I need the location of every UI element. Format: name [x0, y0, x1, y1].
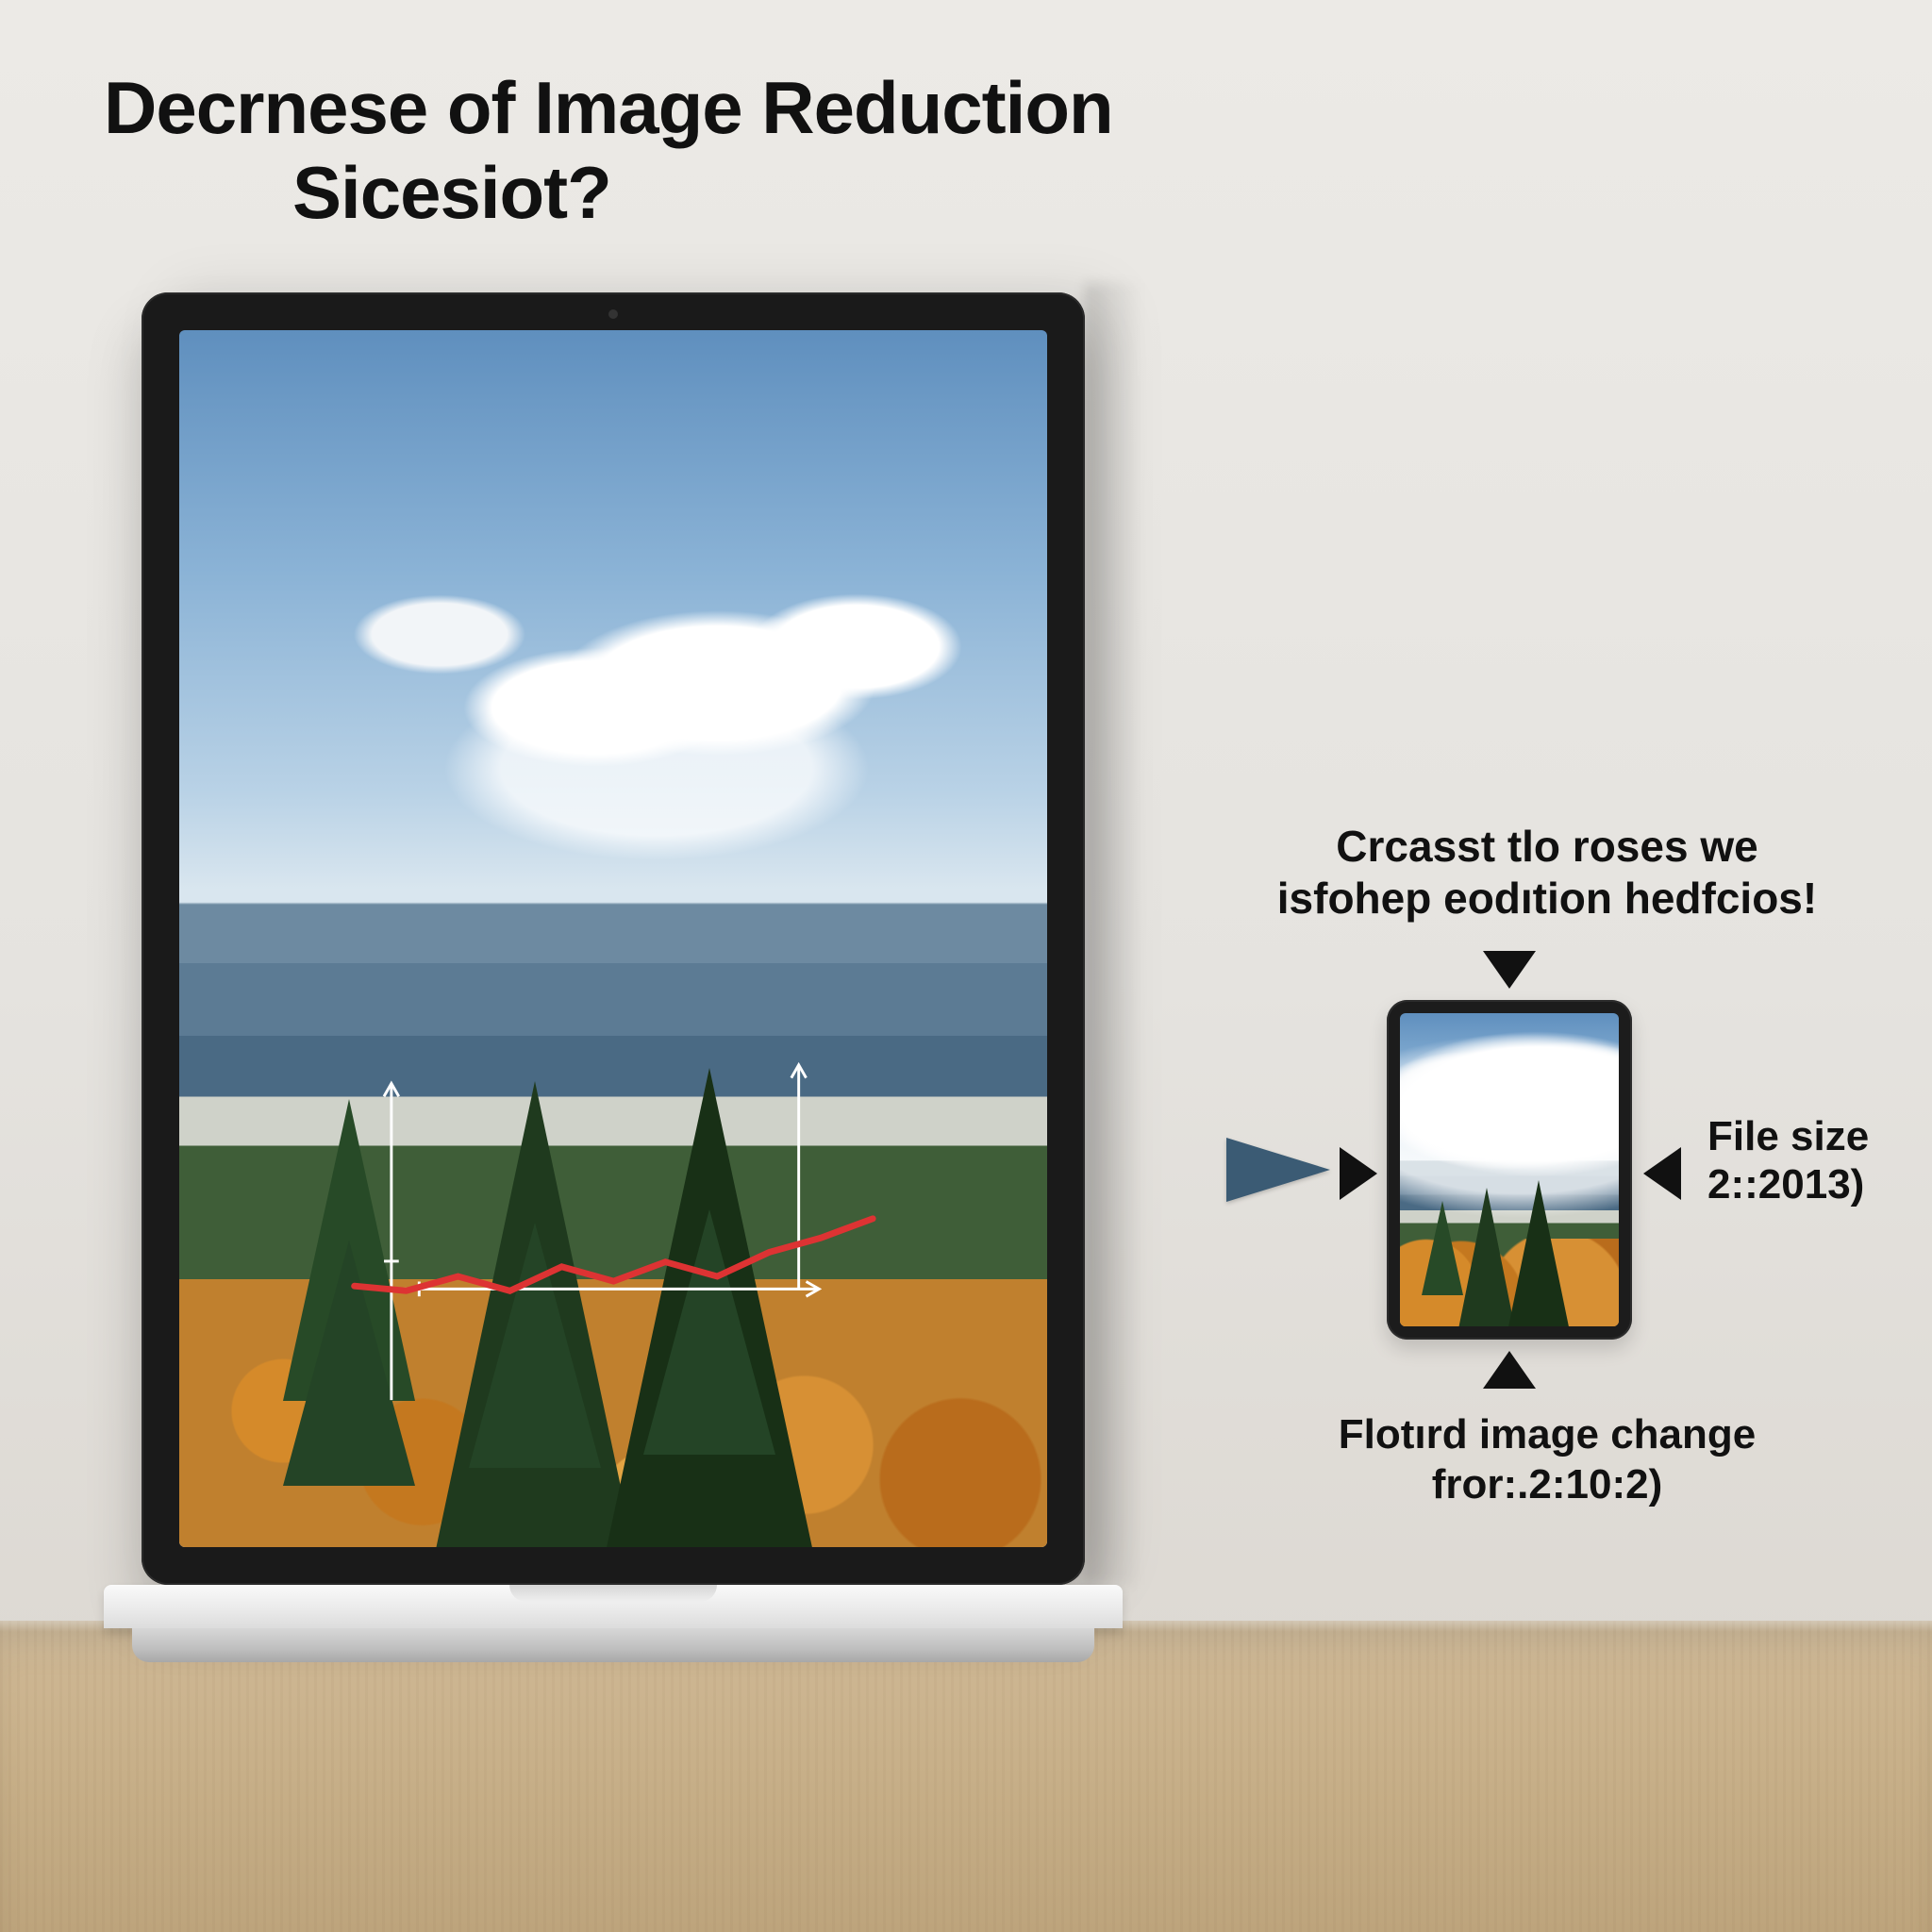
down-triangle-icon	[1483, 951, 1536, 989]
pine-tree-icon	[283, 1099, 415, 1401]
device-shadow	[1085, 283, 1141, 1585]
laptop-screen	[179, 330, 1047, 1547]
title-line-1: Decrnese of Image Reduction	[104, 66, 1113, 149]
caption-line-2: isfohep eodıtion hedfcios!	[1277, 874, 1817, 923]
laptop-screen-frame	[142, 292, 1085, 1585]
bottom-label-line-1: Flotırd image change	[1339, 1411, 1757, 1457]
file-size-line-1: File size	[1707, 1113, 1869, 1159]
tablet-device-small	[1387, 1000, 1632, 1340]
callout-caption: Crcasst tlo roses we isfohep eodıtion he…	[1226, 821, 1868, 924]
laptop-device	[142, 292, 1085, 1679]
laptop-base	[104, 1585, 1123, 1679]
file-size-label: File size 2::2013)	[1707, 1113, 1869, 1208]
camera-icon	[608, 309, 618, 319]
file-size-line-2: 2::2013)	[1707, 1161, 1864, 1208]
caption-line-1: Crcasst tlo roses we	[1336, 822, 1757, 871]
pine-tree-icon	[1505, 1180, 1573, 1326]
bottom-label: Flotırd image change fror:.2:10:2)	[1226, 1410, 1868, 1510]
landscape-image-large	[179, 330, 1047, 1547]
title-line-2: Sicesiot?	[104, 151, 1113, 236]
up-triangle-icon	[1483, 1351, 1536, 1389]
bottom-label-line-2: fror:.2:10:2)	[1226, 1460, 1868, 1510]
tablet-screen	[1400, 1013, 1619, 1326]
left-triangle-icon	[1643, 1147, 1681, 1200]
pine-tree-icon	[596, 1068, 823, 1547]
right-triangle-icon	[1340, 1147, 1377, 1200]
trackpad-notch	[509, 1585, 717, 1602]
landscape-image-small	[1400, 1013, 1619, 1326]
pointer-triangle-icon	[1226, 1138, 1330, 1202]
page-title: Decrnese of Image Reduction Sicesiot?	[104, 66, 1113, 235]
